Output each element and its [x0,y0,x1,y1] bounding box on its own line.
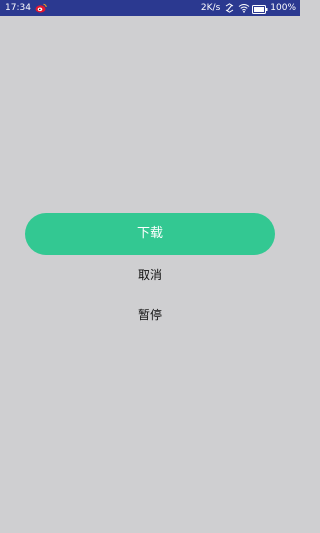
battery-percent: 100% [270,3,296,13]
download-button[interactable]: 下载 [25,213,275,255]
cancel-button[interactable]: 取消 [0,266,300,284]
weibo-icon [35,3,47,13]
status-right: 2K/s 100% [201,0,296,16]
data-sync-icon [224,3,235,13]
status-left: 17:34 [5,0,47,16]
pause-button[interactable]: 暂停 [0,306,300,324]
status-time: 17:34 [5,3,31,13]
wifi-icon [238,3,250,13]
network-speed: 2K/s [200,3,221,13]
status-bar: 17:34 2K/s 100% [0,0,300,16]
battery-icon [252,4,268,14]
